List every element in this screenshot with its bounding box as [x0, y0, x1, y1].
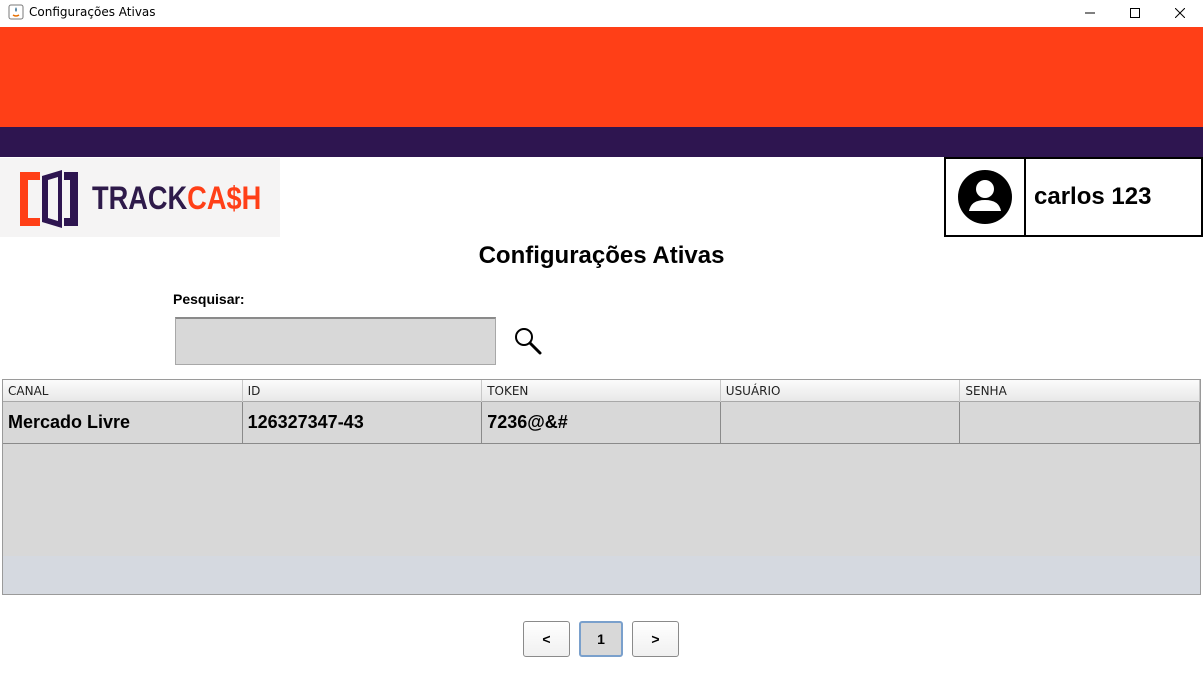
logo-track-text: TRACK: [92, 180, 188, 216]
search-button[interactable]: [512, 325, 544, 357]
window-title: Configurações Ativas: [29, 5, 156, 19]
search-input[interactable]: [175, 317, 496, 365]
logo-wordmark: TRACKCA$H: [92, 180, 261, 217]
close-button[interactable]: [1157, 0, 1203, 26]
user-avatar-box[interactable]: [944, 157, 1026, 237]
username: carlos 123: [1034, 183, 1152, 210]
cell-canal[interactable]: Mercado Livre: [3, 402, 243, 444]
user-name-box[interactable]: carlos 123: [1026, 157, 1203, 237]
header-banner-orange: [0, 27, 1203, 127]
search-label: Pesquisar:: [173, 291, 245, 307]
java-app-icon: [8, 4, 24, 20]
cell-token[interactable]: 7236@&#: [482, 402, 721, 444]
column-header-id[interactable]: ID: [243, 380, 483, 402]
trackcash-logo: TRACKCA$H: [0, 158, 280, 237]
cell-id[interactable]: 126327347-43: [242, 402, 483, 444]
window-titlebar: Configurações Ativas: [0, 0, 1203, 26]
previous-page-button[interactable]: <: [523, 621, 570, 657]
minimize-button[interactable]: [1067, 0, 1113, 26]
cell-senha[interactable]: [960, 402, 1200, 444]
next-page-button[interactable]: >: [632, 621, 679, 657]
page-title: Configurações Ativas: [0, 242, 1203, 270]
logo-door-icon: [20, 170, 78, 228]
configurations-table[interactable]: CANAL ID TOKEN USUÁRIO SENHA Mercado Liv…: [2, 379, 1201, 595]
header-banner-purple: [0, 127, 1203, 157]
table-row[interactable]: Mercado Livre 126327347-43 7236@&#: [3, 402, 1200, 444]
logo-cash-text: CA$H: [187, 180, 262, 216]
current-page-button[interactable]: 1: [579, 621, 623, 657]
close-icon: [1175, 8, 1185, 18]
column-header-senha[interactable]: SENHA: [960, 380, 1200, 402]
column-header-canal[interactable]: CANAL: [3, 380, 243, 402]
user-circle-icon: [958, 170, 1012, 224]
table-empty-area: [3, 556, 1200, 594]
cell-usuario[interactable]: [720, 402, 961, 444]
column-header-usuario[interactable]: USUÁRIO: [721, 380, 961, 402]
page-title-text: Configurações Ativas: [478, 242, 725, 269]
maximize-icon: [1130, 8, 1140, 18]
search-icon: [515, 328, 542, 355]
table-header: CANAL ID TOKEN USUÁRIO SENHA: [3, 380, 1200, 402]
maximize-button[interactable]: [1112, 0, 1158, 26]
column-header-token[interactable]: TOKEN: [482, 380, 721, 402]
minimize-icon: [1085, 12, 1095, 14]
